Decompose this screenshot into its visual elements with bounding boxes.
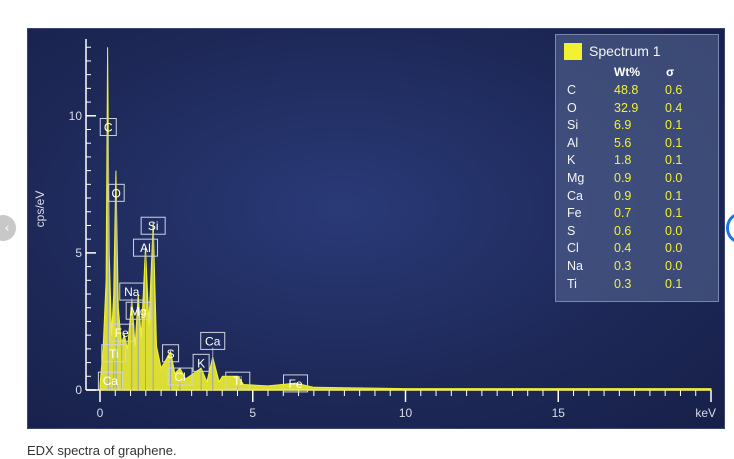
legend-row: C 48.8 0.6 <box>556 83 718 100</box>
peak-label: Fe <box>289 377 303 391</box>
legend-row: S 0.6 0.0 <box>556 224 718 241</box>
peak-label: Ca <box>103 374 119 388</box>
legend-sigma-value: 0.1 <box>665 276 683 291</box>
legend-wt-value: 32.9 <box>614 100 639 115</box>
legend-sigma-value: 0.1 <box>665 206 683 221</box>
legend-header-wt: Wt% <box>614 65 640 79</box>
edx-spectrum-figure: 0 5 10 0 5 10 15 keV cps/eV C O Si Al Na Mg Fe Ti Ca S Ca K C… <box>27 28 725 429</box>
legend-sigma-value: 0.6 <box>665 83 683 97</box>
legend-sigma-value: 0.0 <box>665 259 683 273</box>
legend-element: Al <box>567 135 579 150</box>
legend-sigma-value: 0.0 <box>665 223 683 238</box>
peak-label: Fe <box>115 326 129 340</box>
legend-row: Na 0.3 0.0 <box>556 259 718 276</box>
legend-row: K 1.8 0.1 <box>556 153 718 170</box>
legend-sigma-value: 0.1 <box>665 188 683 203</box>
x-tick-label: 0 <box>97 406 104 420</box>
legend-panel: Spectrum 1 Wt% σ C 48.8 0.6 O 32.9 0.4 Si 6.9 0.… <box>555 34 719 302</box>
legend-element: Fe <box>567 206 582 221</box>
legend-row: Fe 0.7 0.1 <box>556 206 718 223</box>
legend-sigma-value: 0.0 <box>665 171 683 185</box>
legend-wt-value: 48.8 <box>614 83 639 97</box>
peak-label: Ca <box>205 334 221 348</box>
peak-label: S <box>167 347 175 361</box>
legend-sigma-value: 0.4 <box>665 100 683 115</box>
legend-wt-value: 5.6 <box>614 135 632 150</box>
legend-element: S <box>567 223 576 238</box>
carousel-next-button[interactable] <box>726 213 734 243</box>
legend-element: K <box>567 153 576 168</box>
x-tick-label: 15 <box>552 406 566 420</box>
peak-label: K <box>197 356 205 370</box>
legend-element: Cl <box>567 241 579 256</box>
legend-sigma-value: 0.1 <box>665 135 683 150</box>
x-axis-label: keV <box>695 406 716 420</box>
x-tick-label: 5 <box>249 406 256 420</box>
legend-sigma-value: 0.1 <box>665 118 683 133</box>
peak-label: Mg <box>130 304 147 318</box>
peak-label: Na <box>124 285 140 299</box>
legend-wt-value: 0.4 <box>614 241 632 256</box>
peak-label: Si <box>148 219 159 233</box>
legend-row: Si 6.9 0.1 <box>556 118 718 135</box>
peak-label: C <box>104 121 113 135</box>
peak-label: Al <box>140 241 151 255</box>
legend-wt-value: 1.8 <box>614 153 632 168</box>
legend-element: Mg <box>567 171 585 185</box>
chevron-left-icon: ‹ <box>4 221 10 235</box>
legend-element: Si <box>567 118 579 133</box>
peak-label: Cl <box>174 370 185 384</box>
legend-row: Al 5.6 0.1 <box>556 136 718 153</box>
y-tick-label: 0 <box>75 383 82 397</box>
legend-sigma-value: 0.0 <box>665 241 683 256</box>
legend-wt-value: 0.9 <box>614 171 632 185</box>
peak-label: O <box>112 186 121 200</box>
peak-label: Ti <box>109 347 119 361</box>
legend-wt-value: 0.3 <box>614 276 632 291</box>
legend-wt-value: 0.6 <box>614 223 632 238</box>
legend-header-sigma: σ <box>666 65 675 79</box>
legend-swatch <box>564 43 582 60</box>
legend-wt-value: 0.7 <box>614 206 632 221</box>
y-tick-label: 5 <box>75 246 82 260</box>
legend-element: Na <box>567 259 583 273</box>
figure-caption: EDX spectra of graphene. <box>27 443 177 458</box>
legend-row: O 32.9 0.4 <box>556 101 718 118</box>
legend-wt-value: 0.3 <box>614 259 632 273</box>
legend-wt-value: 0.9 <box>614 188 632 203</box>
legend-row: Mg 0.9 0.0 <box>556 171 718 188</box>
legend-row: Cl 0.4 0.0 <box>556 241 718 258</box>
legend-sigma-value: 0.1 <box>665 153 683 168</box>
legend-element: Ti <box>567 276 577 291</box>
legend-wt-value: 6.9 <box>614 118 632 133</box>
legend-element: O <box>567 100 577 115</box>
legend-row: Ti 0.3 0.1 <box>556 277 718 294</box>
carousel-prev-button[interactable]: ‹ <box>0 215 16 241</box>
y-axis-label: cps/eV <box>33 191 47 228</box>
legend-element: C <box>567 83 577 97</box>
legend-element: Ca <box>567 188 583 203</box>
legend-series-name: Spectrum 1 <box>589 43 661 59</box>
peak-label: Ti <box>233 374 243 388</box>
legend-row: Ca 0.9 0.1 <box>556 189 718 206</box>
x-tick-label: 10 <box>399 406 413 420</box>
y-tick-label: 10 <box>69 109 83 123</box>
